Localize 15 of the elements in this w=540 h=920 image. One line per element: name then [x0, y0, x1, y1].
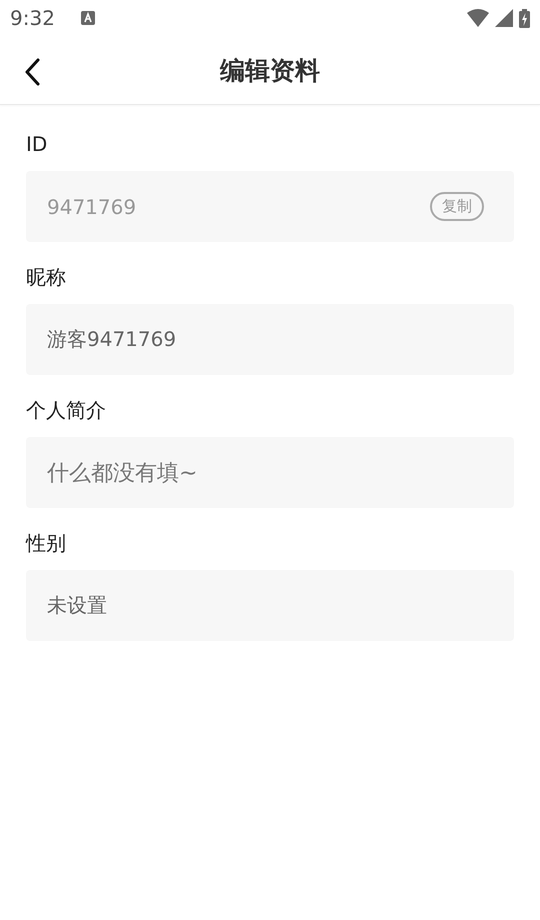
status-time: 9:32: [10, 6, 55, 30]
page-title: 编辑资料: [220, 54, 320, 86]
field-label: 性别: [26, 530, 67, 556]
input-field[interactable]: 游客9471769: [26, 304, 514, 375]
back-icon: [24, 58, 40, 86]
field-label: 昵称: [26, 264, 67, 290]
input-field[interactable]: 什么都没有填~: [26, 437, 514, 508]
battery-icon: [519, 8, 530, 28]
input-field: 9471769 复制: [26, 171, 514, 242]
field-label: ID: [26, 131, 48, 157]
keyboard-notification-icon: [80, 11, 95, 25]
wifi-icon: [467, 9, 489, 27]
select-field[interactable]: 未设置: [26, 570, 514, 641]
field-label: 个人简介: [26, 397, 107, 423]
signal-icon: [495, 9, 513, 27]
